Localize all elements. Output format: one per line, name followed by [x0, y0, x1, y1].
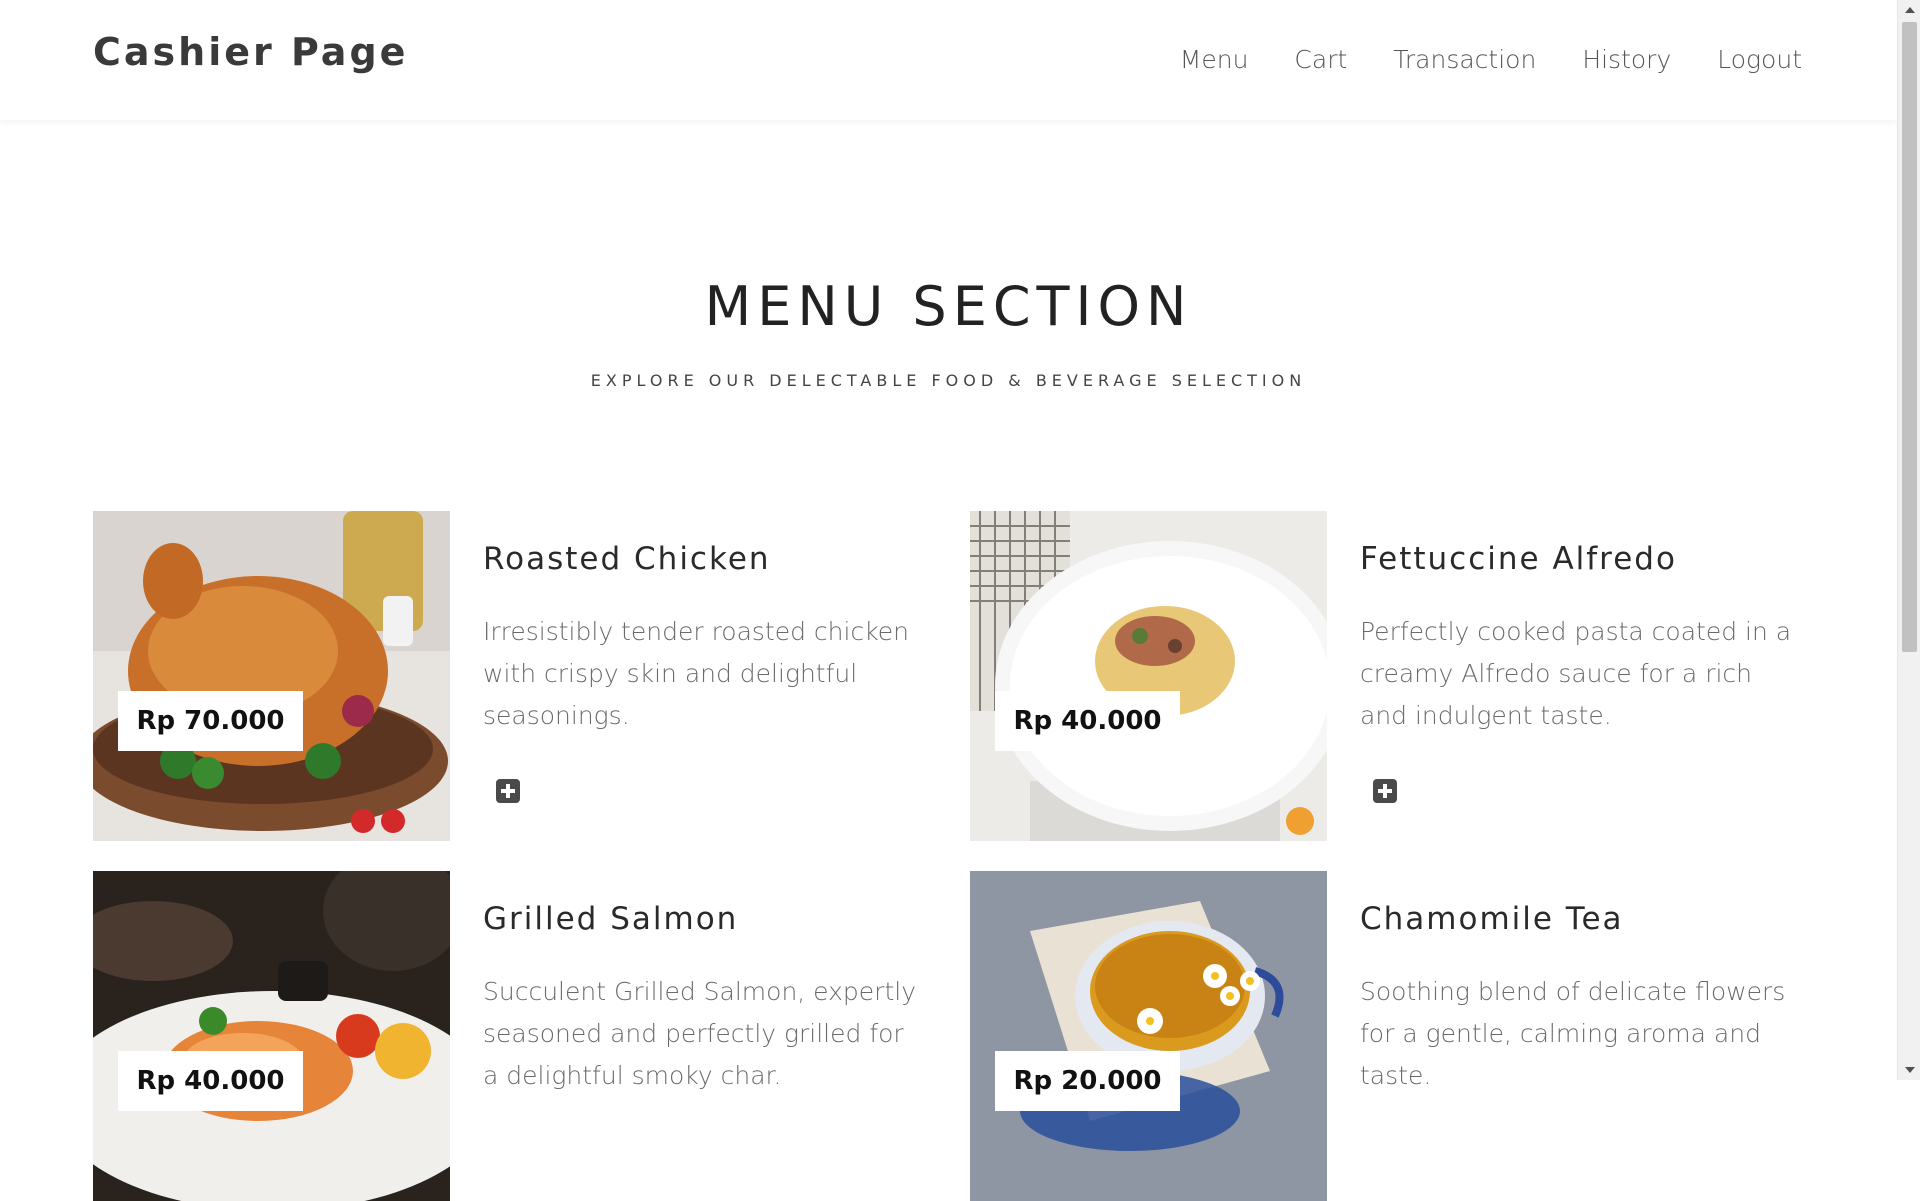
triangle-up-icon: [1904, 7, 1915, 13]
scroll-up-button[interactable]: [1898, 0, 1920, 20]
scroll-down-button[interactable]: [1898, 1060, 1920, 1080]
item-name: Roasted Chicken: [483, 541, 771, 577]
nav-history[interactable]: History: [1582, 45, 1671, 74]
section-title: MENU SECTION: [704, 275, 1193, 338]
nav-menu[interactable]: Menu: [1180, 45, 1249, 74]
price-badge: Rp 70.000: [118, 691, 303, 751]
menu-card-roasted-chicken: Rp 70.000 Roasted Chicken Irresistibly t…: [93, 511, 933, 841]
page-scrollbar[interactable]: [1897, 0, 1920, 1080]
nav-logout[interactable]: Logout: [1717, 45, 1802, 74]
price-badge: Rp 40.000: [995, 691, 1180, 751]
nav-transaction[interactable]: Transaction: [1393, 45, 1536, 74]
item-description: Perfectly cooked pasta coated in a cream…: [1360, 617, 1792, 730]
section-subtitle: EXPLORE OUR DELECTABLE FOOD & BEVERAGE S…: [590, 371, 1307, 390]
item-description: Irresistibly tender roasted chicken with…: [483, 617, 910, 730]
item-name: Fettuccine Alfredo: [1360, 541, 1677, 577]
item-description: Succulent Grilled Salmon, expertly seaso…: [483, 977, 916, 1090]
brand-title[interactable]: Cashier Page: [93, 30, 408, 74]
price-badge: Rp 20.000: [995, 1051, 1180, 1111]
chamomile-tea-photo: Rp 20.000: [970, 871, 1327, 1201]
main-nav: Menu Cart Transaction History Logout: [1180, 45, 1802, 74]
add-to-cart-button[interactable]: [496, 779, 520, 803]
nav-cart[interactable]: Cart: [1294, 45, 1347, 74]
price-badge: Rp 40.000: [118, 1051, 303, 1111]
scroll-thumb[interactable]: [1902, 22, 1917, 652]
roasted-chicken-photo: Rp 70.000: [93, 511, 450, 841]
grilled-salmon-photo: Rp 40.000: [93, 871, 450, 1201]
menu-card-fettuccine-alfredo: Rp 40.000 Fettuccine Alfredo Perfectly c…: [970, 511, 1810, 841]
item-name: Chamomile Tea: [1360, 901, 1624, 937]
menu-card-chamomile-tea: Rp 20.000 Chamomile Tea Soothing blend o…: [970, 871, 1810, 1201]
item-description: Soothing blend of delicate flowers for a…: [1360, 977, 1786, 1090]
menu-card-grilled-salmon: Rp 40.000 Grilled Salmon Succulent Grill…: [93, 871, 933, 1201]
triangle-down-icon: [1904, 1067, 1915, 1073]
fettuccine-photo: Rp 40.000: [970, 511, 1327, 841]
top-navbar: Cashier Page Menu Cart Transaction Histo…: [0, 0, 1897, 120]
item-name: Grilled Salmon: [483, 901, 739, 937]
add-to-cart-button[interactable]: [1373, 779, 1397, 803]
